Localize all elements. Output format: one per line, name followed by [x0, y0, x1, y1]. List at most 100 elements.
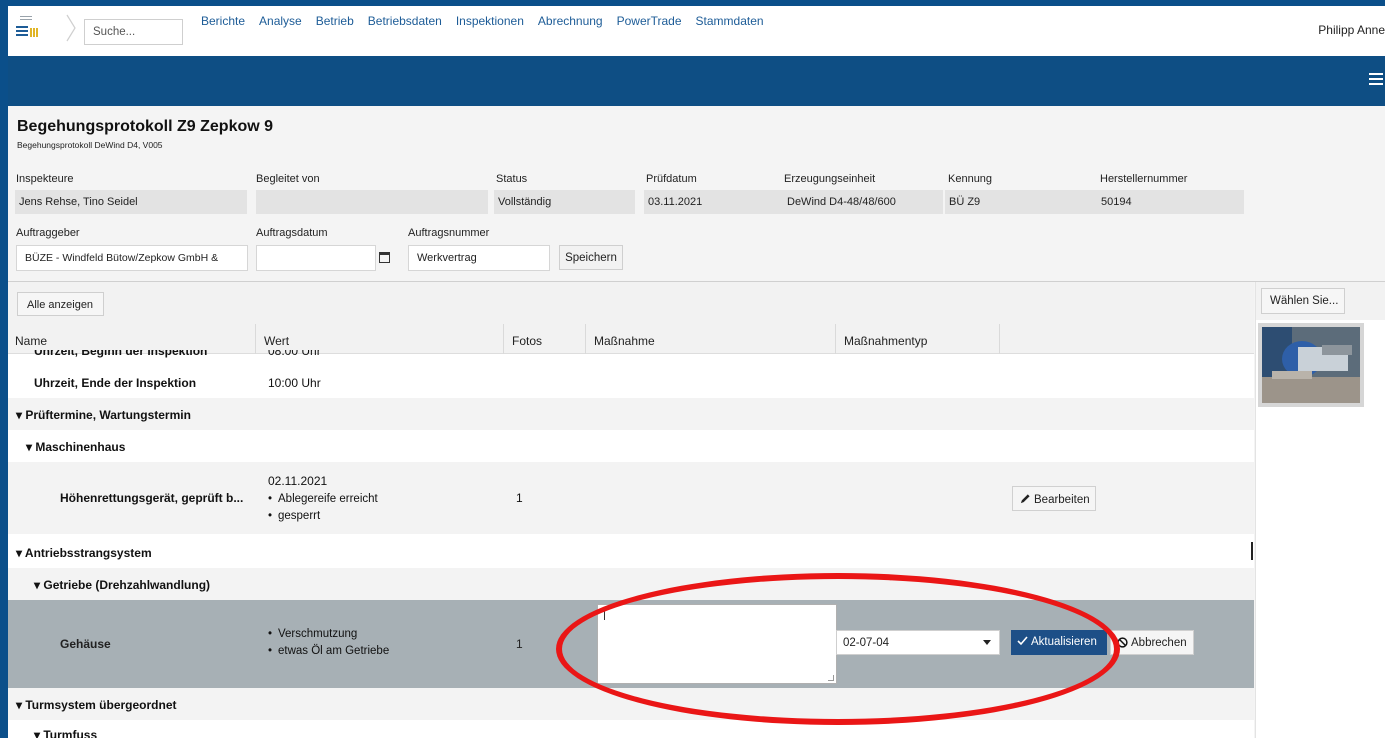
begleitet-field	[256, 190, 488, 214]
row-name: Gehäuse	[60, 637, 111, 651]
row-date: 02.11.2021	[268, 474, 328, 488]
massnahme-textarea[interactable]	[597, 604, 837, 684]
group-name: ▾ Turmfuss	[34, 728, 98, 738]
auftraggeber-select[interactable]: BÜZE - Windfeld Bütow/Zepkow GmbH &	[16, 245, 248, 271]
row-name: Uhrzeit, Beginn der Inspektion	[34, 350, 208, 358]
row-bullet: Verschmutzung	[268, 628, 357, 640]
herstellernummer-label: Herstellernummer	[1100, 173, 1188, 185]
herstellernummer-field: 50194	[1097, 190, 1244, 214]
status-field: Vollständig	[494, 190, 635, 214]
group-row[interactable]: ▾ Turmfuss	[8, 720, 1254, 738]
pruefdatum-field: 03.11.2021	[644, 190, 785, 214]
row-fotos: 1	[516, 637, 523, 651]
resize-grip-icon[interactable]	[828, 675, 834, 681]
cancel-button-label: Abbrechen	[1131, 637, 1187, 649]
table-row-selected[interactable]: Gehäuse Verschmutzung etwas Öl am Getrie…	[8, 600, 1254, 688]
photo-pane-toolbar: Wählen Sie...	[1256, 282, 1385, 320]
group-name: ▾ Antriebsstrangsystem	[16, 546, 152, 560]
page-title: Begehungsprotokoll Z9 Zepkow 9	[17, 118, 274, 135]
check-icon	[1017, 636, 1028, 646]
hamburger-menu-icon[interactable]	[1369, 73, 1383, 87]
search-input[interactable]: Suche...	[84, 19, 183, 45]
column-fotos[interactable]: Fotos	[512, 334, 542, 348]
status-label: Status	[496, 173, 528, 185]
photo-thumbnail[interactable]	[1258, 323, 1364, 407]
column-wert[interactable]: Wert	[264, 334, 289, 348]
inspection-header: Begehungsprotokoll Z9 Zepkow 9 Begehungs…	[8, 106, 1385, 281]
group-name: ▾ Prüftermine, Wartungstermin	[16, 408, 191, 422]
ban-icon	[1117, 637, 1128, 648]
edit-button[interactable]: Bearbeiten	[1012, 486, 1096, 511]
table-row[interactable]: Höhenrettungsgerät, geprüft b... 02.11.2…	[8, 462, 1254, 534]
user-menu[interactable]: Philipp Anne	[1318, 23, 1385, 37]
auftragsnummer-input[interactable]: Werkvertrag	[408, 245, 550, 271]
menu-item-betrieb[interactable]: Betrieb	[316, 14, 354, 28]
auftraggeber-label: Auftraggeber	[16, 227, 80, 239]
inspection-table: Alle anzeigen Name Wert Fotos Maßnahme M…	[8, 282, 1254, 738]
group-row[interactable]: ▾ Getriebe (Drehzahlwandlung)	[8, 568, 1254, 600]
breadcrumb-chevron-icon	[66, 14, 76, 42]
group-name: ▾ Getriebe (Drehzahlwandlung)	[34, 578, 211, 592]
pruefdatum-label: Prüfdatum	[646, 173, 697, 185]
column-massnahmentyp[interactable]: Maßnahmentyp	[844, 334, 927, 348]
main-menu: Berichte Analyse Betrieb Betriebsdaten I…	[201, 14, 778, 28]
kennung-label: Kennung	[948, 173, 993, 185]
begleitet-label: Begleitet von	[256, 173, 320, 185]
auftragsdatum-input[interactable]	[256, 245, 376, 271]
auftragsdatum-label: Auftragsdatum	[256, 227, 328, 239]
group-name: ▾ Maschinenhaus	[26, 440, 126, 454]
table-toolbar: Alle anzeigen	[8, 282, 1254, 324]
table-row[interactable]: Uhrzeit, Ende der Inspektion 10:00 Uhr	[8, 366, 1254, 398]
photo-pane: Wählen Sie...	[1255, 282, 1385, 738]
group-row[interactable]: ▾ Turmsystem übergeordnet	[8, 688, 1254, 720]
save-button[interactable]: Speichern	[559, 245, 623, 270]
text-caret	[604, 609, 605, 620]
row-fotos: 1	[516, 491, 523, 505]
menu-item-berichte[interactable]: Berichte	[201, 14, 245, 28]
cancel-button[interactable]: Abbrechen	[1110, 630, 1194, 655]
header-bar	[8, 56, 1385, 106]
show-all-button[interactable]: Alle anzeigen	[17, 292, 104, 316]
update-button[interactable]: Aktualisieren	[1011, 630, 1107, 655]
app-logo-icon[interactable]	[16, 16, 38, 40]
top-navigation: Suche... Berichte Analyse Betrieb Betrie…	[8, 6, 1385, 56]
erzeugungseinheit-label: Erzeugungseinheit	[784, 173, 876, 185]
page-subtitle: Begehungsprotokoll DeWind D4, V005	[17, 140, 163, 150]
row-name: Uhrzeit, Ende der Inspektion	[34, 376, 197, 390]
inspekteure-label: Inspekteure	[16, 173, 74, 185]
menu-item-betriebsdaten[interactable]: Betriebsdaten	[368, 14, 442, 28]
massnahmentyp-value: 02-07-04	[843, 637, 890, 649]
splitter-handle[interactable]	[1251, 542, 1253, 560]
erzeugungseinheit-field: DeWind D4-48/48/600	[783, 190, 943, 214]
menu-item-stammdaten[interactable]: Stammdaten	[696, 14, 764, 28]
menu-item-abrechnung[interactable]: Abrechnung	[538, 14, 603, 28]
massnahmentyp-select[interactable]: 02-07-04	[836, 630, 1000, 655]
calendar-icon[interactable]	[379, 252, 390, 263]
column-name[interactable]: Name	[15, 334, 47, 348]
row-value: 08:00 Uhr	[268, 350, 321, 358]
group-name: ▾ Turmsystem übergeordnet	[16, 698, 177, 712]
table-row: Uhrzeit, Beginn der Inspektion 08:00 Uhr	[8, 350, 1254, 364]
group-row[interactable]: ▾ Prüftermine, Wartungstermin	[8, 398, 1254, 430]
app-frame: Suche... Berichte Analyse Betrieb Betrie…	[8, 6, 1385, 738]
group-row[interactable]: ▾ Antriebsstrangsystem	[8, 536, 1254, 568]
choose-file-button[interactable]: Wählen Sie...	[1261, 288, 1345, 314]
auftragsnummer-label: Auftragsnummer	[408, 227, 490, 239]
kennung-field: BÜ Z9	[945, 190, 1097, 214]
row-bullet: etwas Öl am Getriebe	[268, 645, 389, 657]
inspekteure-field: Jens Rehse, Tino Seidel	[15, 190, 247, 214]
menu-item-powertrade[interactable]: PowerTrade	[617, 14, 682, 28]
dropdown-arrow-icon	[983, 640, 991, 645]
pencil-icon	[1020, 494, 1030, 504]
row-name: Höhenrettungsgerät, geprüft b...	[60, 491, 244, 505]
menu-item-analyse[interactable]: Analyse	[259, 14, 302, 28]
row-bullet: Ablegereife erreicht	[268, 493, 378, 505]
menu-item-inspektionen[interactable]: Inspektionen	[456, 14, 524, 28]
row-bullet: gesperrt	[268, 510, 320, 522]
update-button-label: Aktualisieren	[1031, 636, 1097, 648]
column-massnahme[interactable]: Maßnahme	[594, 334, 655, 348]
row-value: 10:00 Uhr	[268, 376, 321, 390]
edit-button-label: Bearbeiten	[1034, 494, 1090, 506]
photo-image	[1262, 327, 1360, 403]
group-row[interactable]: ▾ Maschinenhaus	[8, 430, 1254, 462]
